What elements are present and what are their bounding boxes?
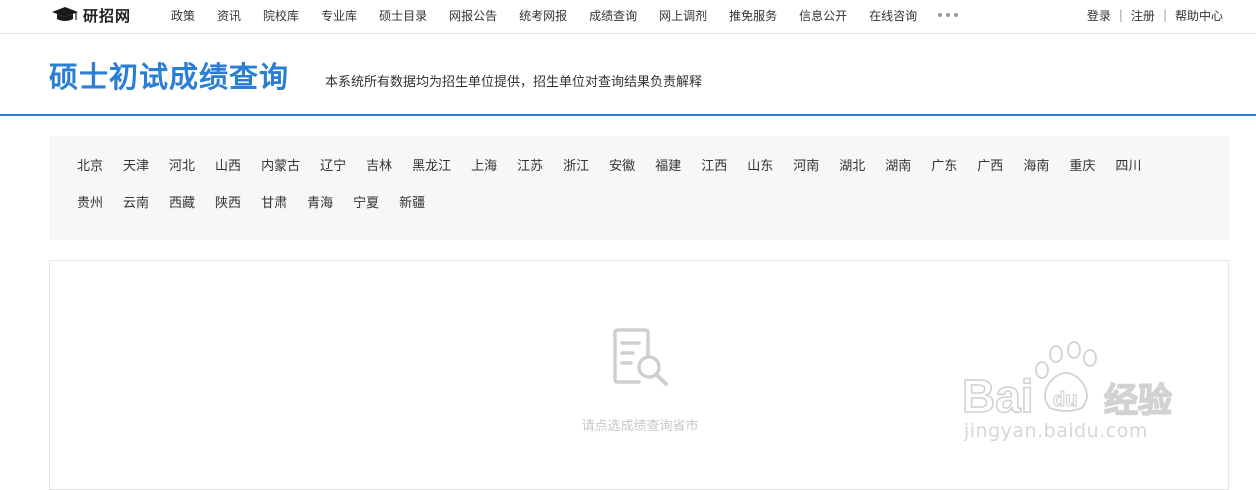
svg-text:经验: 经验 — [1104, 381, 1172, 420]
province-link[interactable]: 新疆 — [399, 195, 425, 213]
province-link[interactable]: 天津 — [123, 158, 149, 176]
province-link[interactable]: 福建 — [655, 158, 681, 176]
main-nav: 政策 资讯 院校库 专业库 硕士目录 网报公告 统考网报 成绩查询 网上调剂 推免服务 信息公开 在线… — [160, 0, 959, 30]
nav-item[interactable]: 在线咨询 — [869, 7, 917, 24]
separator: | — [1162, 8, 1167, 22]
watermark-url: jingyan.baidu.com — [964, 420, 1148, 442]
province-link[interactable]: 四川 — [1115, 158, 1141, 176]
province-link[interactable]: 山东 — [747, 158, 773, 176]
province-link[interactable]: 云南 — [123, 195, 149, 213]
svg-text:du: du — [1053, 389, 1077, 411]
nav-item[interactable]: 硕士目录 — [379, 7, 427, 24]
province-link[interactable]: 西藏 — [169, 195, 195, 213]
province-link[interactable]: 陕西 — [215, 195, 241, 213]
province-link[interactable]: 宁夏 — [353, 195, 379, 213]
province-row: 贵州 云南 西藏 陕西 甘肃 青海 宁夏 新疆 — [77, 195, 445, 213]
nav-item[interactable]: 成绩查询 — [589, 7, 637, 24]
province-link[interactable]: 广东 — [931, 158, 957, 176]
province-link[interactable]: 河南 — [793, 158, 819, 176]
nav-item[interactable]: 网上调剂 — [659, 7, 707, 24]
province-link[interactable]: 江西 — [701, 158, 727, 176]
province-row: 北京 天津 河北 山西 内蒙古 辽宁 吉林 黑龙江 上海 江苏 浙江 安徽 福建 江西 山东 河南 湖北 湖南 广东… — [77, 158, 1161, 176]
province-selector: 北京 天津 河北 山西 内蒙古 辽宁 吉林 黑龙江 上海 江苏 浙江 安徽 福建 江西 山东 河南 湖北 湖南 广东… — [49, 136, 1229, 240]
separator: | — [1118, 8, 1123, 22]
province-link[interactable]: 安徽 — [609, 158, 635, 176]
province-link[interactable]: 重庆 — [1069, 158, 1095, 176]
province-link[interactable]: 贵州 — [77, 195, 103, 213]
province-link[interactable]: 山西 — [215, 158, 241, 176]
province-link[interactable]: 海南 — [1023, 158, 1049, 176]
province-link[interactable]: 北京 — [77, 158, 103, 176]
top-nav-bar: 研招网 政策 资讯 院校库 专业库 硕士目录 网报公告 统考网报 成绩查询 网上调剂 推免服务 信息… — [0, 0, 1256, 34]
province-link[interactable]: 江苏 — [517, 158, 543, 176]
province-link[interactable]: 吉林 — [366, 158, 392, 176]
nav-item[interactable]: 院校库 — [263, 7, 299, 24]
province-link[interactable]: 内蒙古 — [261, 158, 300, 176]
baidu-paw-logo: Bai du 经验 — [961, 341, 1173, 420]
province-link[interactable]: 甘肃 — [261, 195, 287, 213]
nav-item[interactable]: 资讯 — [217, 7, 241, 24]
province-link[interactable]: 浙江 — [563, 158, 589, 176]
help-center-link[interactable]: 帮助中心 — [1175, 7, 1223, 24]
site-logo[interactable]: 研招网 — [50, 4, 131, 26]
register-link[interactable]: 注册 — [1131, 7, 1155, 24]
province-link[interactable]: 上海 — [471, 158, 497, 176]
nav-item[interactable]: 政策 — [171, 7, 195, 24]
nav-item[interactable]: 推免服务 — [729, 7, 777, 24]
page-header: 硕士初试成绩查询 本系统所有数据均为招生单位提供，招生单位对查询结果负责解释 — [0, 34, 1256, 116]
svg-text:Bai: Bai — [962, 370, 1034, 420]
nav-item[interactable]: 信息公开 — [799, 7, 847, 24]
login-link[interactable]: 登录 — [1087, 7, 1111, 24]
user-links: 登录 | 注册 | 帮助中心 — [1087, 0, 1223, 30]
nav-item[interactable]: 专业库 — [321, 7, 357, 24]
page-subtitle: 本系统所有数据均为招生单位提供，招生单位对查询结果负责解释 — [325, 75, 703, 90]
page-title: 硕士初试成绩查询 — [49, 60, 290, 94]
province-link[interactable]: 河北 — [169, 158, 195, 176]
graduation-cap-icon — [52, 7, 78, 21]
province-link[interactable]: 湖南 — [885, 158, 911, 176]
province-link[interactable]: 黑龙江 — [412, 158, 451, 176]
logo-text: 研招网 — [83, 6, 132, 25]
province-link[interactable]: 青海 — [307, 195, 333, 213]
province-link[interactable]: 辽宁 — [320, 158, 346, 176]
more-nav-icon[interactable] — [938, 13, 959, 17]
nav-item[interactable]: 统考网报 — [519, 7, 567, 24]
document-search-icon — [613, 328, 668, 386]
province-link[interactable]: 广西 — [977, 158, 1003, 176]
baidu-watermark: Bai du 经验 jingyan.baidu.com — [958, 340, 1198, 450]
province-link[interactable]: 湖北 — [839, 158, 865, 176]
nav-item[interactable]: 网报公告 — [449, 7, 497, 24]
